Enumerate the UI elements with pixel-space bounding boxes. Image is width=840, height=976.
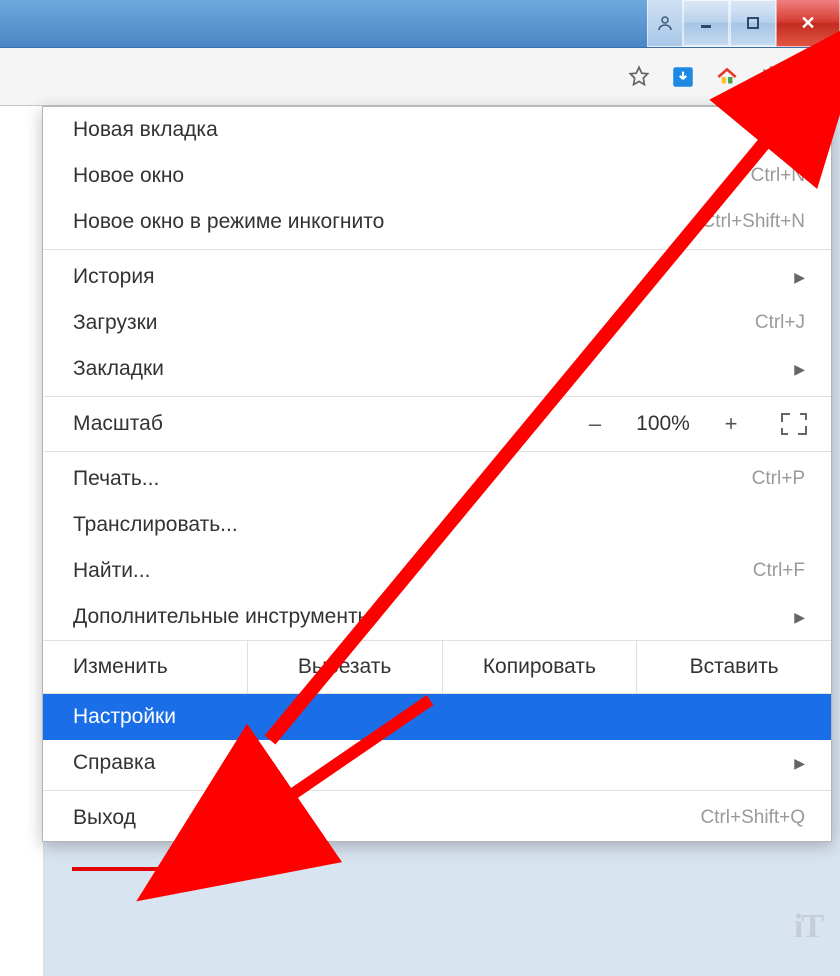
window-titlebar: ✕ (0, 0, 840, 48)
fullscreen-icon[interactable] (783, 415, 805, 433)
menu-item-print[interactable]: Печать... Ctrl+P (43, 456, 831, 502)
annotation-underline (72, 867, 258, 871)
menu-shortcut: Ctrl+J (755, 312, 805, 334)
download-icon (670, 64, 696, 90)
edit-paste-button[interactable]: Вставить (637, 641, 831, 693)
menu-label: Найти... (73, 559, 150, 583)
edit-cut-button[interactable]: Вырезать (248, 641, 443, 693)
menu-shortcut: Ctrl+Shift+Q (700, 807, 805, 829)
menu-item-new-tab[interactable]: Новая вкладка Ctrl+T (43, 107, 831, 153)
menu-shortcut: Ctrl+T (753, 119, 805, 141)
close-button[interactable]: ✕ (776, 0, 840, 47)
hamburger-icon (805, 70, 825, 84)
menu-edit-row: Изменить Вырезать Копировать Вставить (43, 640, 831, 694)
menu-shortcut: Ctrl+Shift+N (702, 211, 805, 233)
menu-label: Настройки (73, 705, 176, 729)
menu-item-cast[interactable]: Транслировать... (43, 502, 831, 548)
zoom-in-button[interactable]: + (717, 411, 745, 437)
main-menu: Новая вкладка Ctrl+T Новое окно Ctrl+N Н… (42, 106, 832, 842)
chevron-right-icon: ▶ (794, 755, 805, 772)
page-background (0, 106, 44, 976)
menu-shortcut: Ctrl+F (753, 560, 805, 582)
menu-item-bookmarks[interactable]: Закладки ▶ (43, 346, 831, 392)
download-extension-button[interactable] (666, 60, 700, 94)
menu-item-zoom: Масштаб – 100% + (43, 401, 831, 447)
menu-item-find[interactable]: Найти... Ctrl+F (43, 548, 831, 594)
menu-item-new-window[interactable]: Новое окно Ctrl+N (43, 153, 831, 199)
gear-icon (758, 64, 784, 90)
menu-label: Новое окно в режиме инкогнито (73, 210, 384, 234)
menu-label: Масштаб (73, 412, 163, 436)
main-menu-button[interactable] (798, 60, 832, 94)
menu-label: Загрузки (73, 311, 158, 335)
browser-toolbar (0, 48, 840, 106)
user-icon (657, 15, 673, 31)
menu-separator (43, 451, 831, 452)
star-icon (626, 64, 652, 90)
user-button[interactable] (647, 0, 683, 47)
menu-separator (43, 790, 831, 791)
menu-item-incognito[interactable]: Новое окно в режиме инкогнито Ctrl+Shift… (43, 199, 831, 245)
home-extension-button[interactable] (710, 60, 744, 94)
menu-label: Транслировать... (73, 513, 238, 537)
menu-label: История (73, 265, 154, 289)
gear-extension-button[interactable] (754, 60, 788, 94)
chevron-right-icon: ▶ (794, 609, 805, 626)
menu-separator (43, 249, 831, 250)
watermark: iT (794, 908, 822, 946)
chevron-right-icon: ▶ (794, 361, 805, 378)
menu-label: Справка (73, 751, 155, 775)
minimize-button[interactable] (682, 0, 730, 47)
menu-separator (43, 396, 831, 397)
zoom-value: 100% (633, 412, 693, 436)
menu-label: Выход (73, 806, 136, 830)
menu-item-settings[interactable]: Настройки (43, 694, 831, 740)
close-icon: ✕ (800, 13, 815, 34)
menu-item-help[interactable]: Справка ▶ (43, 740, 831, 786)
menu-label: Закладки (73, 357, 164, 381)
menu-label: Новое окно (73, 164, 184, 188)
chevron-right-icon: ▶ (794, 269, 805, 286)
edit-copy-button[interactable]: Копировать (443, 641, 638, 693)
menu-label: Печать... (73, 467, 159, 491)
edit-label: Изменить (43, 641, 248, 693)
menu-item-exit[interactable]: Выход Ctrl+Shift+Q (43, 795, 831, 841)
menu-label: Новая вкладка (73, 118, 218, 142)
maximize-icon (746, 16, 760, 30)
bookmark-star-button[interactable] (622, 60, 656, 94)
menu-item-more-tools[interactable]: Дополнительные инструменты ▶ (43, 594, 831, 640)
zoom-out-button[interactable]: – (581, 411, 609, 437)
home-colorful-icon (714, 64, 740, 90)
menu-item-downloads[interactable]: Загрузки Ctrl+J (43, 300, 831, 346)
menu-shortcut: Ctrl+N (751, 165, 805, 187)
minimize-icon (699, 16, 713, 30)
menu-item-history[interactable]: История ▶ (43, 254, 831, 300)
maximize-button[interactable] (729, 0, 777, 47)
menu-label: Дополнительные инструменты (73, 605, 373, 629)
menu-shortcut: Ctrl+P (752, 468, 805, 490)
